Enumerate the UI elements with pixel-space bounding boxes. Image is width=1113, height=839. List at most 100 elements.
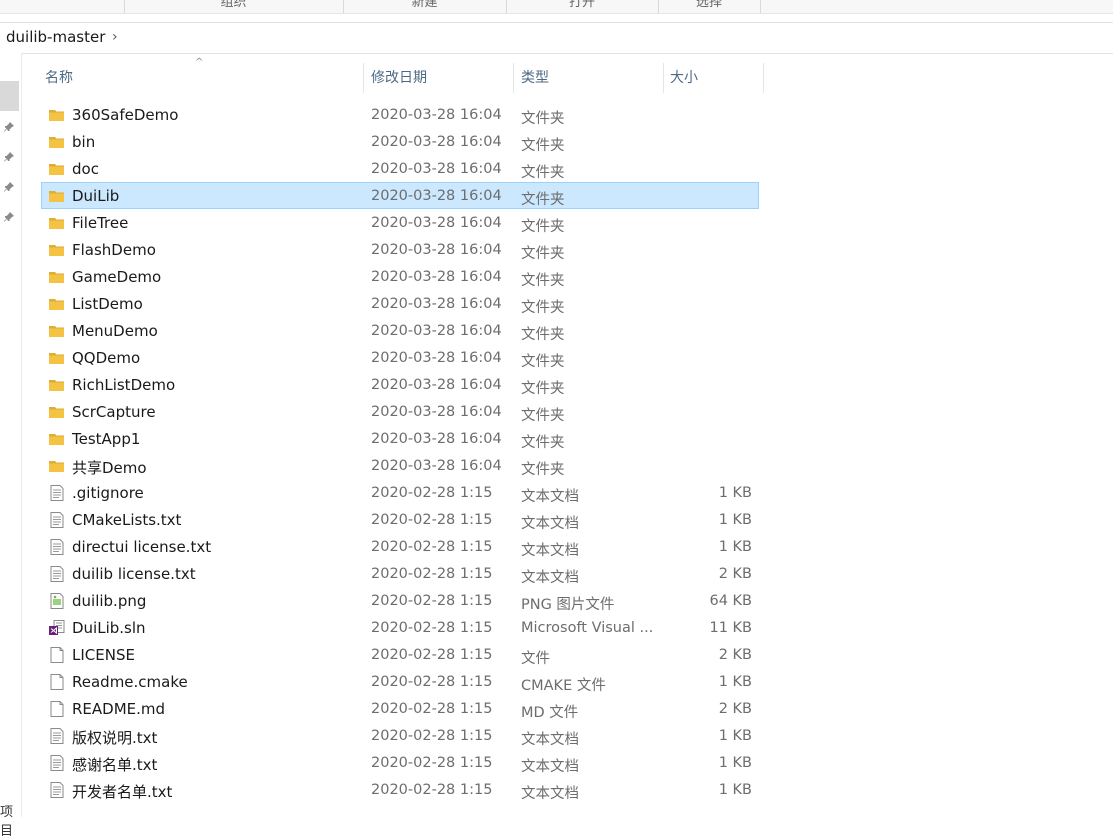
file-modified-date: 2020-03-28 16:04 [371, 161, 502, 177]
ribbon-group-open[interactable]: 打开 [506, 0, 658, 13]
file-row[interactable]: README.md 2020-02-28 1:15 MD 文件 2 KB [41, 695, 759, 722]
file-row[interactable]: CMakeLists.txt 2020-02-28 1:15 文本文档 1 KB [41, 506, 759, 533]
sort-ascending-icon: ^ [195, 57, 204, 68]
column-divider[interactable] [513, 63, 514, 93]
ribbon-divider [760, 0, 761, 13]
file-type: 文件夹 [521, 138, 565, 154]
file-type: 文件夹 [521, 246, 565, 262]
text-file-icon [48, 565, 66, 583]
column-header-type[interactable]: 类型 [521, 67, 549, 87]
breadcrumb-duilib-master[interactable]: duilib-master [6, 28, 105, 46]
column-divider[interactable] [363, 63, 364, 93]
column-header-name[interactable]: 名称 [45, 67, 73, 87]
file-name: DuiLib.sln [72, 619, 146, 637]
file-row[interactable]: 共享Demo 2020-03-28 16:04 文件夹 [41, 452, 759, 479]
column-divider[interactable] [663, 63, 664, 93]
file-row[interactable]: QQDemo 2020-03-28 16:04 文件夹 [41, 344, 759, 371]
file-size: 1 KB [718, 728, 752, 744]
folder-icon [48, 376, 66, 394]
file-type: 文件夹 [521, 111, 565, 127]
file-modified-date: 2020-02-28 1:15 [371, 566, 493, 582]
file-row[interactable]: FlashDemo 2020-03-28 16:04 文件夹 [41, 236, 759, 263]
file-row[interactable]: LICENSE 2020-02-28 1:15 文件 2 KB [41, 641, 759, 668]
file-name: DuiLib [72, 187, 120, 205]
file-type: 文本文档 [521, 570, 579, 586]
file-name: ScrCapture [72, 403, 156, 421]
file-row[interactable]: RichListDemo 2020-03-28 16:04 文件夹 [41, 371, 759, 398]
ribbon-group-new[interactable]: 新建 [343, 0, 506, 13]
file-type: 文本文档 [521, 732, 579, 748]
folder-icon [48, 160, 66, 178]
file-name: LICENSE [72, 646, 135, 664]
file-row[interactable]: ScrCapture 2020-03-28 16:04 文件夹 [41, 398, 759, 425]
pin-icon[interactable] [3, 151, 15, 163]
file-row[interactable]: 360SafeDemo 2020-03-28 16:04 文件夹 [41, 101, 759, 128]
folder-icon [48, 457, 66, 475]
file-row[interactable]: duilib license.txt 2020-02-28 1:15 文本文档 2 K… [41, 560, 759, 587]
text-file-icon [48, 781, 66, 799]
folder-icon [48, 295, 66, 313]
file-type: 文件夹 [521, 192, 565, 208]
file-row[interactable]: 感谢名单.txt 2020-02-28 1:15 文本文档 1 KB [41, 749, 759, 776]
ribbon-group-organize[interactable]: 组织 [124, 0, 343, 13]
file-size: 1 KB [718, 755, 752, 771]
file-type: CMAKE 文件 [521, 678, 606, 694]
pin-icon[interactable] [3, 121, 15, 133]
pin-icon[interactable] [3, 211, 15, 223]
file-row[interactable]: bin 2020-03-28 16:04 文件夹 [41, 128, 759, 155]
file-row[interactable]: .gitignore 2020-02-28 1:15 文本文档 1 KB [41, 479, 759, 506]
file-row[interactable]: 版权说明.txt 2020-02-28 1:15 文本文档 1 KB [41, 722, 759, 749]
ribbon-bar: 组织 新建 打开 选择 [0, 0, 1113, 14]
column-divider[interactable] [763, 63, 764, 93]
image-file-icon [48, 592, 66, 610]
file-type: 文件 [521, 651, 550, 667]
file-row[interactable]: TestApp1 2020-03-28 16:04 文件夹 [41, 425, 759, 452]
file-row[interactable]: DuiLib 2020-03-28 16:04 文件夹 [41, 182, 759, 209]
file-type: Microsoft Visual ... [521, 620, 654, 636]
nav-selected-item[interactable] [0, 81, 19, 111]
file-name: 感谢名单.txt [72, 756, 158, 774]
file-size: 1 KB [718, 782, 752, 798]
navigation-pane: 项目 [0, 53, 22, 839]
folder-icon [48, 430, 66, 448]
ribbon-group-select[interactable]: 选择 [658, 0, 760, 13]
file-name: TestApp1 [72, 430, 141, 448]
file-modified-date: 2020-02-28 1:15 [371, 701, 493, 717]
text-file-icon [48, 484, 66, 502]
file-name: doc [72, 160, 99, 178]
file-type: MD 文件 [521, 705, 579, 721]
file-modified-date: 2020-02-28 1:15 [371, 620, 493, 636]
file-name: 共享Demo [72, 459, 147, 477]
column-header-modified[interactable]: 修改日期 [371, 67, 427, 87]
file-modified-date: 2020-03-28 16:04 [371, 377, 502, 393]
column-header-size[interactable]: 大小 [670, 67, 698, 87]
pin-icon[interactable] [3, 181, 15, 193]
blank-file-icon [48, 700, 66, 718]
file-modified-date: 2020-02-28 1:15 [371, 485, 493, 501]
folder-icon [48, 241, 66, 259]
breadcrumb-chevron-icon[interactable]: › [112, 29, 118, 45]
file-name: .gitignore [72, 484, 144, 502]
file-row[interactable]: ListDemo 2020-03-28 16:04 文件夹 [41, 290, 759, 317]
file-type: 文本文档 [521, 543, 579, 559]
folder-icon [48, 187, 66, 205]
file-modified-date: 2020-02-28 1:15 [371, 755, 493, 771]
file-type: 文件夹 [521, 273, 565, 289]
file-row[interactable]: MenuDemo 2020-03-28 16:04 文件夹 [41, 317, 759, 344]
file-name: directui license.txt [72, 538, 212, 556]
file-size: 2 KB [718, 647, 752, 663]
file-row[interactable]: directui license.txt 2020-02-28 1:15 文本文档 1… [41, 533, 759, 560]
file-row[interactable]: DuiLib.sln 2020-02-28 1:15 Microsoft Visua… [41, 614, 759, 641]
file-row[interactable]: FileTree 2020-03-28 16:04 文件夹 [41, 209, 759, 236]
text-file-icon [48, 538, 66, 556]
file-name: MenuDemo [72, 322, 158, 340]
address-bar[interactable]: duilib-master › [0, 22, 1113, 54]
file-row[interactable]: Readme.cmake 2020-02-28 1:15 CMAKE 文件 1 KB [41, 668, 759, 695]
file-modified-date: 2020-02-28 1:15 [371, 782, 493, 798]
file-row[interactable]: 开发者名单.txt 2020-02-28 1:15 文本文档 1 KB [41, 776, 759, 803]
file-name: CMakeLists.txt [72, 511, 182, 529]
file-row[interactable]: doc 2020-03-28 16:04 文件夹 [41, 155, 759, 182]
file-row[interactable]: GameDemo 2020-03-28 16:04 文件夹 [41, 263, 759, 290]
file-name: duilib license.txt [72, 565, 196, 583]
file-row[interactable]: duilib.png 2020-02-28 1:15 PNG 图片文件 64 KB [41, 587, 759, 614]
